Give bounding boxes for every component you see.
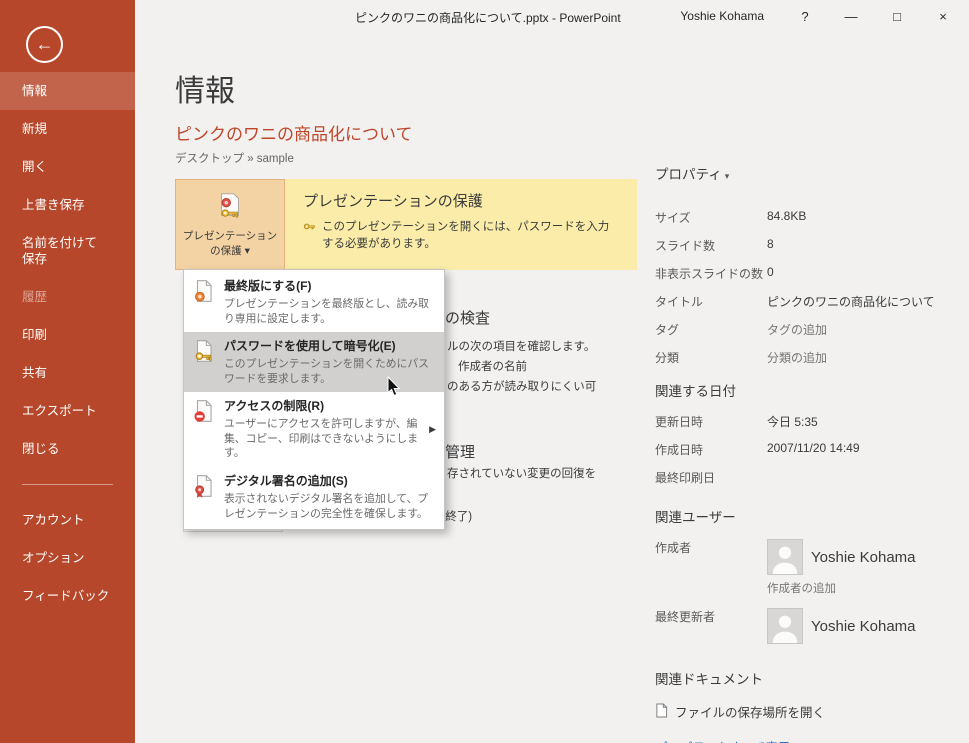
- manage-text-fragment-1: 存されていない変更の回復を: [447, 468, 597, 480]
- date-row-created: 作成日時 2007/11/20 14:49: [655, 441, 860, 457]
- related-documents-header: 関連ドキュメント: [655, 672, 763, 687]
- date-row-last-printed: 最終印刷日: [655, 471, 716, 485]
- menu-item-add-digital-signature[interactable]: デジタル署名の追加(S) 表示されないデジタル署名を追加して、プレゼンテーション…: [184, 467, 444, 527]
- manage-section-heading-fragment: 管理: [445, 444, 476, 461]
- menu-item-description: プレゼンテーションを最終版とし、読み取り専用に設定します。: [224, 298, 429, 325]
- breadcrumb: デスクトップ » sample: [175, 153, 294, 165]
- properties-column: プロパティ ▾ サイズ 84.8KB スライド数 8 非表示スライドの数 0 タイ…: [655, 163, 960, 743]
- related-dates-header: 関連する日付: [655, 384, 736, 399]
- sidebar-item-print[interactable]: 印刷: [0, 316, 135, 354]
- open-file-location-link[interactable]: ファイルの保存場所を開く: [655, 702, 960, 721]
- property-row-tags: タグ タグの追加: [655, 321, 828, 338]
- last-modified-by-row: 最終更新者 Yoshie Kohama: [655, 608, 960, 644]
- submenu-arrow-icon: ▶: [429, 423, 436, 434]
- slides-count-value: 8: [767, 237, 774, 251]
- sidebar-item-save-as[interactable]: 名前を付けて保存: [0, 224, 112, 278]
- menu-item-description: 表示されないデジタル署名を追加して、プレゼンテーションの完全性を確保します。: [224, 492, 429, 520]
- modifier-person-card[interactable]: Yoshie Kohama: [767, 608, 916, 644]
- page-title: 情報: [175, 75, 235, 108]
- dropdown-caret-icon: ▾: [244, 244, 250, 257]
- inspect-text-fragment-3: のある方が読み取りにくい可: [447, 381, 597, 393]
- size-value: 84.8KB: [767, 209, 807, 223]
- powerpoint-backstage-window: ← 情報 新規 開く 上書き保存 名前を付けて保存 履歴 印刷 共有 エクスポー…: [0, 0, 969, 743]
- protect-presentation-button[interactable]: プレゼンテーション の保護 ▾: [175, 179, 285, 270]
- property-row-category: 分類 分類の追加: [655, 349, 828, 366]
- back-button[interactable]: ←: [26, 26, 63, 63]
- property-row-hidden-slides: 非表示スライドの数 0: [655, 265, 774, 281]
- sidebar-item-history: 履歴: [22, 290, 48, 304]
- key-icon: [303, 220, 316, 252]
- window-title: ピンクのワニの商品化について.pptx - PowerPoint: [355, 11, 621, 25]
- modifier-avatar[interactable]: [767, 608, 803, 644]
- author-avatar[interactable]: [767, 539, 803, 575]
- created-date-value: 2007/11/20 14:49: [767, 441, 860, 455]
- property-row-size: サイズ 84.8KB: [655, 209, 807, 225]
- properties-menu-button[interactable]: プロパティ ▾: [655, 163, 960, 183]
- author-person-card[interactable]: Yoshie Kohama: [767, 539, 916, 575]
- protect-panel-heading: プレゼンテーションの保護: [303, 193, 483, 210]
- menu-item-title: パスワードを使用して暗号化(E): [224, 339, 396, 354]
- protect-dropdown-menu: 最終版にする(F) プレゼンテーションを最終版とし、読み取り専用に設定します。 …: [183, 269, 445, 531]
- protect-presentation-panel: プレゼンテーション の保護 ▾ プレゼンテーションの保護 このプレゼンテーション…: [175, 179, 637, 270]
- inspect-text-fragment-2: 作成者の名前: [458, 361, 527, 373]
- restrict-access-icon: [191, 398, 217, 424]
- protect-panel-body: プレゼンテーションの保護 このプレゼンテーションを開くには、パスワードを入力する…: [285, 179, 637, 270]
- sidebar-item-feedback[interactable]: フィードバック: [0, 577, 135, 615]
- sidebar-item-info[interactable]: 情報: [0, 72, 135, 110]
- menu-item-description: ユーザーにアクセスを許可しますが、編集、コピー、印刷はできないようにします。: [224, 418, 419, 460]
- back-arrow-icon: ←: [35, 34, 54, 54]
- inspect-text-fragment-1: ルの次の項目を確認します。: [447, 341, 596, 353]
- help-button[interactable]: ?: [790, 0, 820, 33]
- menu-item-title: デジタル署名の追加(S): [224, 473, 348, 488]
- menu-item-restrict-access[interactable]: アクセスの制限(R) ユーザーにアクセスを許可しますが、編集、コピー、印刷はでき…: [184, 392, 444, 467]
- properties-caret-icon: ▾: [724, 171, 730, 181]
- menu-item-title: 最終版にする(F): [224, 279, 312, 293]
- show-all-properties-link[interactable]: プロパティをすべて表示: [655, 737, 960, 743]
- window-titlebar: ピンクのワニの商品化について.pptx - PowerPoint Yoshie …: [135, 0, 969, 33]
- sidebar-item-share[interactable]: 共有: [0, 354, 135, 392]
- close-button[interactable]: ×: [928, 0, 958, 33]
- title-value[interactable]: ピンクのワニの商品化について: [767, 293, 935, 310]
- maximize-button[interactable]: □: [882, 0, 912, 33]
- modified-date-value: 今日 5:35: [767, 415, 818, 429]
- account-user-name[interactable]: Yoshie Kohama: [680, 9, 764, 23]
- protect-certificate-key-icon: [215, 191, 245, 226]
- backstage-sidebar: ← 情報 新規 開く 上書き保存 名前を付けて保存 履歴 印刷 共有 エクスポー…: [0, 0, 135, 743]
- modifier-name: Yoshie Kohama: [811, 617, 916, 635]
- sidebar-item-save[interactable]: 上書き保存: [0, 186, 135, 224]
- protect-panel-description: このプレゼンテーションを開くには、パスワードを入力する必要があります。: [322, 221, 610, 250]
- minimize-button[interactable]: —: [836, 0, 866, 33]
- add-category-field[interactable]: 分類の追加: [767, 349, 827, 366]
- add-author-field[interactable]: 作成者の追加: [767, 580, 960, 596]
- protect-button-label: プレゼンテーション の保護 ▾: [182, 230, 278, 257]
- property-row-slides: スライド数 8: [655, 237, 774, 253]
- sidebar-item-open[interactable]: 開く: [0, 148, 135, 186]
- property-row-title: タイトル ピンクのワニの商品化について: [655, 293, 935, 310]
- hidden-slides-value: 0: [767, 265, 774, 279]
- file-location-icon: [655, 703, 668, 721]
- related-people-header: 関連ユーザー: [655, 510, 736, 525]
- menu-item-mark-as-final[interactable]: 最終版にする(F) プレゼンテーションを最終版とし、読み取り専用に設定します。: [184, 272, 444, 332]
- digital-signature-icon: [191, 473, 217, 499]
- finalize-document-icon: [191, 278, 217, 304]
- sidebar-item-close[interactable]: 閉じる: [0, 430, 135, 468]
- sidebar-item-export[interactable]: エクスポート: [0, 392, 135, 430]
- menu-item-encrypt-with-password[interactable]: パスワードを使用して暗号化(E) このプレゼンテーションを開くためにパスワードを…: [184, 332, 444, 393]
- sidebar-item-new[interactable]: 新規: [0, 110, 135, 148]
- sidebar-divider: [22, 484, 113, 485]
- sidebar-item-account[interactable]: アカウント: [0, 501, 135, 539]
- author-row: 作成者 Yoshie Kohama: [655, 539, 960, 575]
- window-controls: ? — □ ×: [790, 0, 958, 33]
- document-title: ピンクのワニの商品化について: [175, 125, 413, 144]
- encrypt-key-icon: [191, 338, 217, 364]
- add-tag-field[interactable]: タグの追加: [767, 321, 827, 338]
- inspect-section-heading-fragment: の検査: [445, 310, 491, 327]
- menu-item-title: アクセスの制限(R): [224, 399, 325, 414]
- author-name: Yoshie Kohama: [811, 548, 916, 566]
- sidebar-item-options[interactable]: オプション: [0, 539, 135, 577]
- menu-item-description: このプレゼンテーションを開くためにパスワードを要求します。: [224, 358, 429, 385]
- date-row-modified: 更新日時 今日 5:35: [655, 415, 818, 429]
- backstage-nav: 情報 新規 開く 上書き保存 名前を付けて保存 履歴 印刷 共有 エクスポート …: [0, 72, 135, 615]
